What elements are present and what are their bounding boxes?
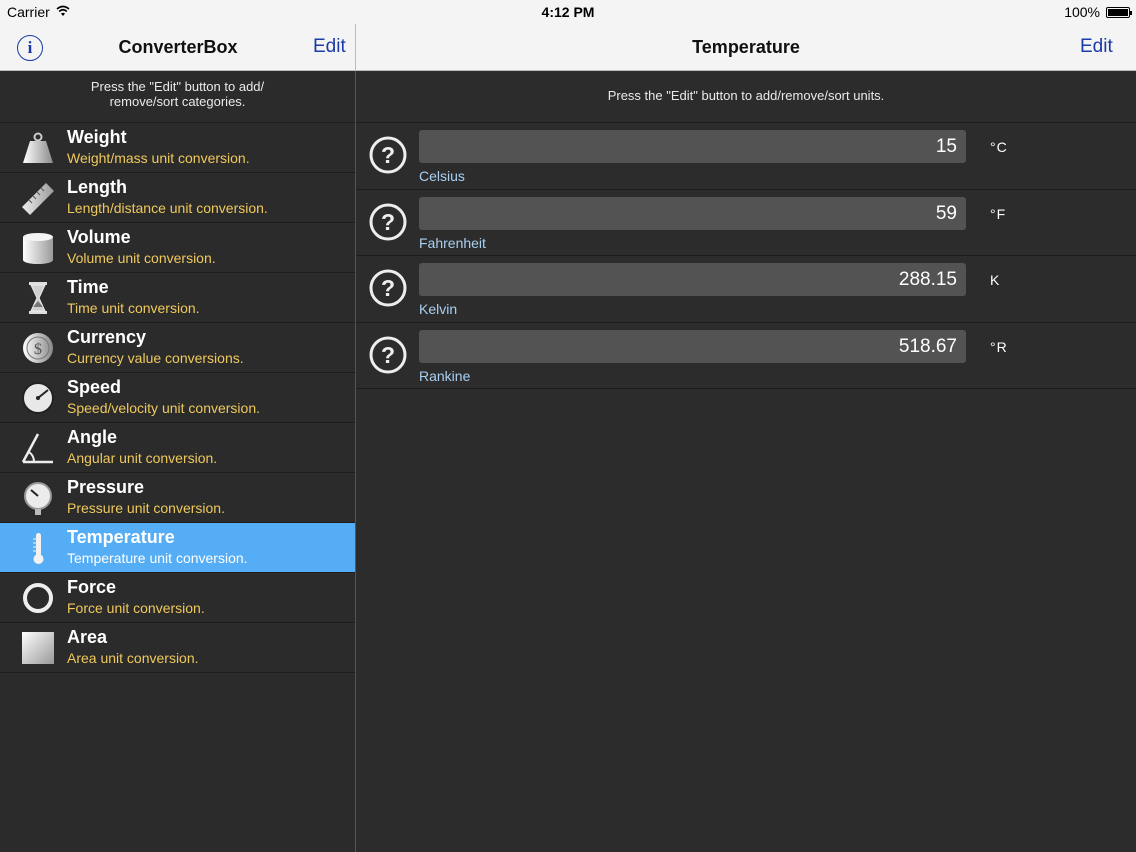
category-description: Area unit conversion. [67,650,199,666]
categories-edit-button[interactable]: Edit [313,36,346,58]
units-pane: Press the "Edit" button to add/remove/so… [356,71,1136,852]
category-name: Speed [67,377,122,397]
status-bar: Carrier 4:12 PM 100% [0,0,1136,24]
unit-symbol: °C [990,139,1008,155]
unit-value-field[interactable]: 518.67 [419,329,966,363]
unit-row-kelvin: ? 288.15 Kelvin K [356,256,1136,323]
category-name: Pressure [67,477,145,497]
units-hint: Press the "Edit" button to add/remove/so… [356,71,1136,123]
category-weight[interactable]: Weight Weight/mass unit conversion. [0,123,355,173]
category-list: Weight Weight/mass unit conversion. Leng… [0,123,355,673]
thermometer-icon [33,533,44,564]
category-description: Force unit conversion. [67,600,205,616]
unit-name: Kelvin [419,301,458,317]
categories-pane: Press the "Edit" button to add/ remove/s… [0,71,356,852]
unit-value-field[interactable]: 59 [419,196,966,230]
category-speed[interactable]: Speed Speed/velocity unit conversion. [0,373,355,423]
category-name: Area [67,627,108,647]
question-mark-icon[interactable]: ? [368,335,408,375]
unit-value-field[interactable]: 288.15 [419,263,966,296]
category-name: Weight [67,127,127,147]
categories-hint-line1: Press the "Edit" button to add/ [90,79,265,94]
unit-symbol: °F [990,205,1007,222]
category-name: Temperature [67,527,175,547]
unit-name: Celsius [419,168,465,184]
categories-hint-line2: remove/sort categories. [109,94,246,109]
cylinder-icon [23,233,53,264]
ruler-icon [22,183,54,215]
category-angle[interactable]: Angle Angular unit conversion. [0,423,355,473]
battery-percent: 100% [1064,4,1100,20]
battery-icon [1106,7,1132,18]
question-mark-icon[interactable]: ? [368,202,408,242]
categories-hint: Press the "Edit" button to add/ remove/s… [0,71,355,123]
angle-icon [21,433,53,464]
svg-text:?: ? [381,342,395,368]
category-area[interactable]: Area Area unit conversion. [0,623,355,673]
category-length[interactable]: Length Length/distance unit conversion. [0,173,355,223]
app-title: ConverterBox [118,37,238,57]
category-description: Volume unit conversion. [67,250,216,266]
clock: 4:12 PM [541,4,595,20]
dollar-coin-icon: $ [23,333,53,363]
detail-nav-bar: Temperature Edit [356,24,1136,71]
category-pressure[interactable]: Pressure Pressure unit conversion. [0,473,355,523]
svg-text:?: ? [381,275,395,301]
unit-row-rankine: ? 518.67 Rankine °R [356,323,1136,389]
master-nav-bar: i ConverterBox Edit [0,24,356,71]
weight-icon [23,132,53,163]
category-name: Volume [67,227,131,247]
category-description: Temperature unit conversion. [67,550,248,566]
unit-value-field[interactable]: 15 [419,130,966,163]
category-name: Angle [67,427,118,447]
ring-icon [23,583,53,613]
category-description: Angular unit conversion. [67,450,218,466]
unit-symbol: K [990,272,1001,288]
category-name: Length [67,177,127,197]
category-name: Currency [67,327,147,347]
hourglass-icon [29,282,47,314]
category-time[interactable]: Time Time unit conversion. [0,273,355,323]
svg-text:?: ? [381,142,395,168]
category-description: Speed/velocity unit conversion. [67,400,260,416]
category-volume[interactable]: Volume Volume unit conversion. [0,223,355,273]
pressure-gauge-icon [24,482,52,515]
unit-symbol: °R [990,338,1008,355]
category-currency[interactable]: $ Currency Currency value conversions. [0,323,355,373]
category-force[interactable]: Force Force unit conversion. [0,573,355,623]
category-description: Time unit conversion. [67,300,200,316]
speedometer-icon [22,382,54,414]
category-description: Weight/mass unit conversion. [67,150,250,166]
units-edit-button[interactable]: Edit [1080,36,1113,58]
unit-name: Rankine [419,367,471,384]
svg-text:$: $ [34,341,42,358]
svg-text:?: ? [381,209,395,235]
unit-name: Fahrenheit [419,234,486,251]
category-name: Force [67,577,117,597]
unit-row-fahrenheit: ? 59 Fahrenheit °F [356,190,1136,256]
category-description: Currency value conversions. [67,350,244,366]
category-temperature[interactable]: Temperature Temperature unit conversion. [0,523,355,573]
square-icon [22,632,54,664]
question-mark-icon[interactable]: ? [368,135,408,175]
detail-title: Temperature [692,37,800,57]
unit-row-celsius: ? 15 Celsius °C [356,123,1136,190]
category-description: Length/distance unit conversion. [67,200,268,216]
question-mark-icon[interactable]: ? [368,268,408,308]
category-name: Time [67,277,109,297]
category-description: Pressure unit conversion. [67,500,225,516]
